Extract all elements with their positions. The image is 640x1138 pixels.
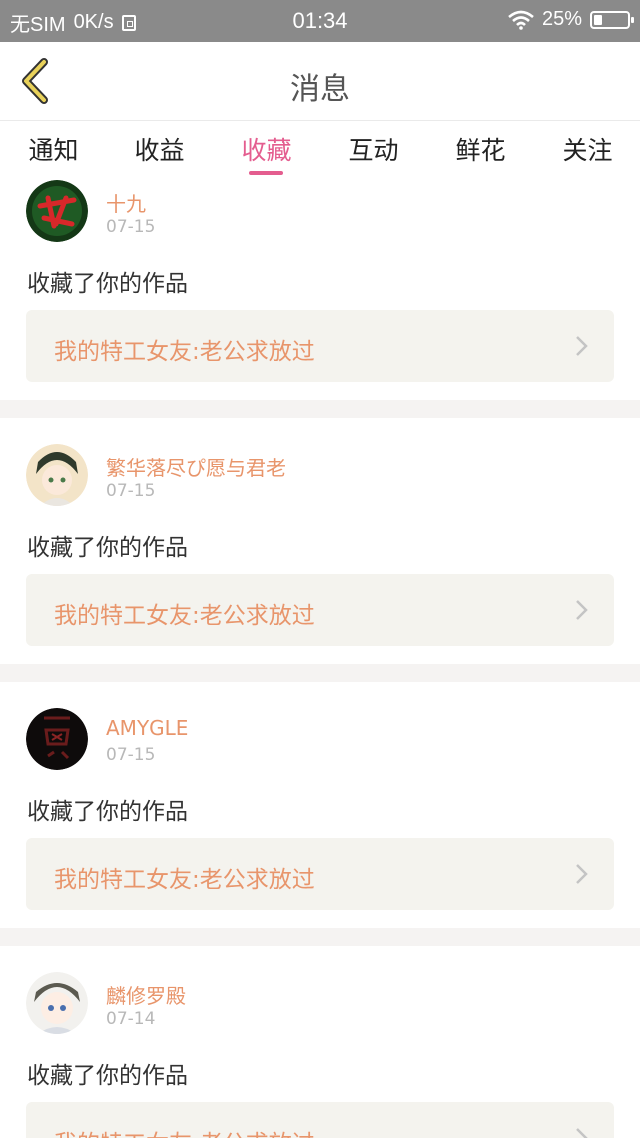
activity-text: 收藏了你的作品: [27, 271, 188, 297]
list-item: 繁华落尽ぴ愿与君老 07-15 收藏了你的作品 我的特工女友:老公求放过: [0, 418, 640, 664]
avatar[interactable]: [26, 708, 88, 770]
username[interactable]: AMYGLE: [106, 716, 188, 740]
battery-icon: [590, 10, 634, 29]
work-title: 我的特工女友:老公求放过: [54, 339, 315, 365]
timestamp: 07-14: [106, 1009, 156, 1029]
timestamp: 07-15: [106, 217, 156, 237]
page-title: 消息: [290, 72, 350, 107]
work-link[interactable]: 我的特工女友:老公求放过: [26, 1102, 614, 1138]
active-tab-indicator: [249, 171, 283, 175]
divider: [0, 928, 640, 946]
list-item: 十九 07-15 收藏了你的作品 我的特工女友:老公求放过: [0, 178, 640, 400]
chevron-right-icon: [576, 336, 588, 356]
nav-bar: 消息: [0, 42, 640, 121]
work-link[interactable]: 我的特工女友:老公求放过: [26, 310, 614, 382]
avatar[interactable]: [26, 972, 88, 1034]
battery-percent: 25%: [541, 8, 582, 30]
list-item: 麟修罗殿 07-14 收藏了你的作品 我的特工女友:老公求放过: [0, 946, 640, 1138]
avatar[interactable]: [26, 180, 88, 242]
avatar[interactable]: [26, 444, 88, 506]
tab-flowers[interactable]: 鲜花: [427, 131, 534, 167]
list-item: AMYGLE 07-15 收藏了你的作品 我的特工女友:老公求放过: [0, 682, 640, 928]
tab-follows[interactable]: 关注: [534, 131, 640, 167]
activity-text: 收藏了你的作品: [27, 535, 188, 561]
divider: [0, 664, 640, 682]
activity-text: 收藏了你的作品: [27, 799, 188, 825]
work-title: 我的特工女友:老公求放过: [54, 1124, 315, 1138]
chevron-right-icon: [576, 600, 588, 620]
tab-bar: 通知 收益 收藏 互动 鲜花 关注: [0, 121, 640, 177]
battery-fill: [594, 14, 602, 25]
timestamp: 07-15: [106, 745, 156, 765]
work-link[interactable]: 我的特工女友:老公求放过: [26, 574, 614, 646]
status-bar: 无SIM 0K/s 01:34 25%: [0, 0, 640, 42]
work-title: 我的特工女友:老公求放过: [54, 867, 315, 893]
username[interactable]: 麟修罗殿: [106, 980, 186, 1009]
tab-earnings[interactable]: 收益: [106, 131, 213, 167]
chevron-right-icon: [576, 864, 588, 884]
work-link[interactable]: 我的特工女友:老公求放过: [26, 838, 614, 910]
timestamp: 07-15: [106, 481, 156, 501]
username[interactable]: 十九: [106, 188, 146, 217]
work-title: 我的特工女友:老公求放过: [54, 603, 315, 629]
tab-interactions[interactable]: 互动: [320, 131, 427, 167]
activity-text: 收藏了你的作品: [27, 1063, 188, 1089]
chevron-right-icon: [576, 1128, 588, 1138]
tab-notifications[interactable]: 通知: [0, 131, 107, 167]
divider: [0, 400, 640, 418]
wifi-icon: [508, 10, 534, 30]
tab-favorites[interactable]: 收藏: [213, 131, 320, 167]
username[interactable]: 繁华落尽ぴ愿与君老: [106, 452, 286, 481]
